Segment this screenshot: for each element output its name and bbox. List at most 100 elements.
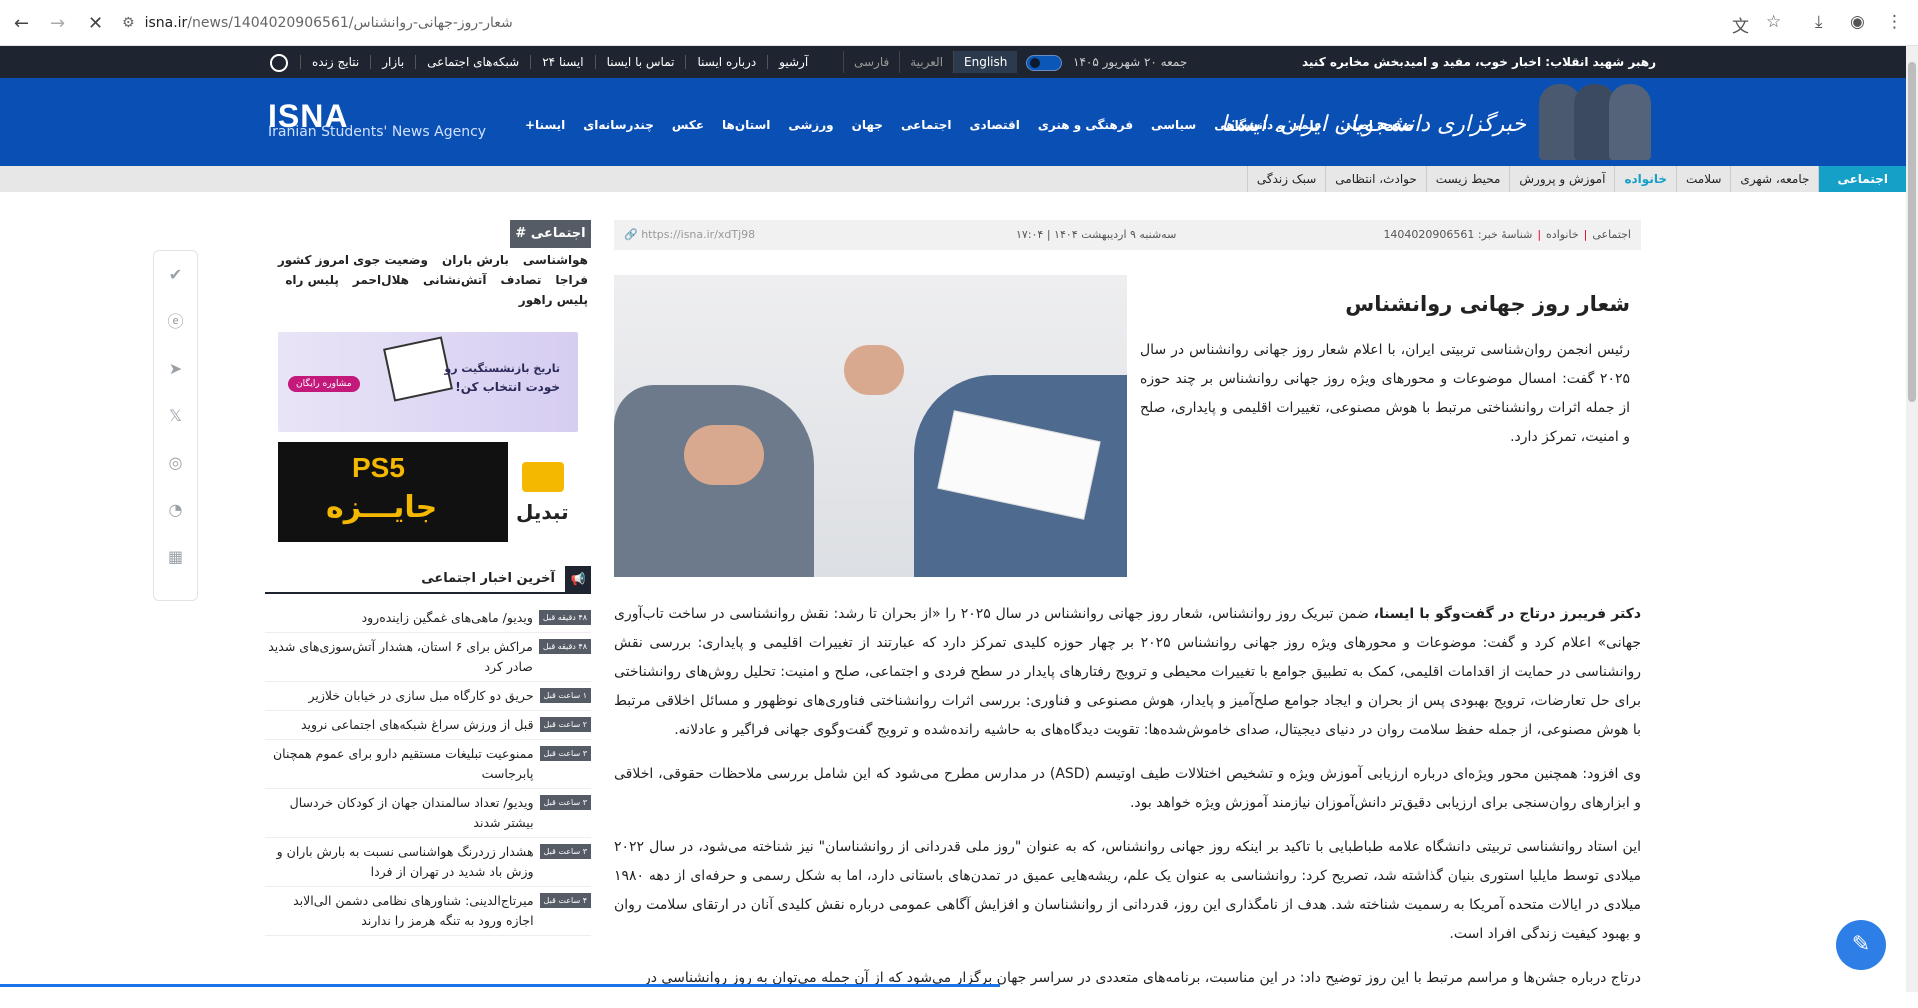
site-info-icon[interactable]: ⚙	[122, 15, 135, 31]
news-title[interactable]: هشدار زردرنگ هواشناسی نسبت به بارش باران…	[265, 842, 534, 882]
tag-item[interactable]: فراجا	[555, 273, 588, 287]
subnav-education[interactable]: آموزش و پرورش	[1509, 166, 1614, 192]
top-bar: رهبر شهید انقلاب: اخبار خوب، مفید و امید…	[0, 46, 1906, 78]
nav-sports[interactable]: ورزشی	[788, 118, 833, 132]
saman-insurance-ad[interactable]: تاریخ بازنشستگیت رو خودت انتخاب کن! مشاو…	[278, 332, 578, 432]
top-link-social[interactable]: شبکه‌های اجتماعی	[415, 55, 530, 69]
top-link-archive[interactable]: آرشیو	[767, 55, 819, 69]
nav-isna-plus[interactable]: ایسنا+	[525, 118, 565, 132]
top-links: آرشیو درباره ایسنا تماس با ایسنا ایسنا ۲…	[300, 55, 819, 69]
forward-icon[interactable]: →	[50, 13, 65, 34]
tag-item[interactable]: پلیس راهور	[519, 293, 588, 307]
time-badge: ۴۸ دقیقه قبل	[538, 610, 591, 625]
list-item[interactable]: ۳ ساعت قبل ممنوعیت تبلیغات مستقیم دارو بر…	[265, 740, 591, 789]
x-icon[interactable]: 𝕏	[154, 392, 197, 439]
news-title[interactable]: حریق دو کارگاه مبل سازی در خیابان خلازیر	[308, 686, 533, 706]
tabdil-ps5-ad[interactable]: PS5 جایـــزه تبدیل	[278, 442, 578, 542]
article-meta: اجتماعی|خانواده|شناسهٔ خبر: 140402090656…	[614, 220, 1641, 250]
nav-multimedia[interactable]: چندرسانه‌ای	[583, 118, 654, 132]
menu-icon[interactable]: ⋮	[1886, 12, 1903, 32]
article-lead: رئیس انجمن روان‌شناسی تربیتی ایران، با ا…	[1140, 342, 1630, 445]
top-link-isna24[interactable]: ایسنا ۲۴	[530, 55, 594, 69]
instagram-icon[interactable]: ◎	[154, 439, 197, 486]
meta-subsection[interactable]: خانواده	[1546, 228, 1579, 241]
nav-provinces[interactable]: استان‌ها	[722, 118, 770, 132]
tag-item[interactable]: آتش‌نشانی	[423, 273, 486, 287]
list-item[interactable]: ۲ ساعت قبل قبل از ورزش سراغ شبکه‌های اجتم…	[265, 711, 591, 740]
rss-icon[interactable]: ◔	[154, 486, 197, 533]
subnav-family[interactable]: خانواده	[1614, 166, 1676, 192]
back-icon[interactable]: ←	[14, 13, 29, 34]
lang-arabic[interactable]: العربية	[899, 51, 953, 73]
top-link-market[interactable]: بازار	[370, 55, 415, 69]
virasty-icon[interactable]: ✔	[154, 251, 197, 298]
news-title[interactable]: مراکش برای ۶ استان، هشدار آتش‌سوزی‌های ش…	[265, 637, 533, 677]
edit-fab-button[interactable]: ✎	[1836, 920, 1886, 970]
list-item[interactable]: ۳ ساعت قبل هشدار زردرنگ هواشناسی نسبت به …	[265, 838, 591, 887]
nav-photo[interactable]: عکس	[672, 118, 704, 132]
lang-farsi[interactable]: فارسی	[843, 51, 899, 73]
top-link-live[interactable]: نتایج زنده	[300, 55, 370, 69]
news-title[interactable]: ویدیو/ تعداد سالمندان جهان از کودکان خرد…	[265, 793, 534, 833]
ad1-button[interactable]: مشاوره رایگان	[288, 376, 360, 392]
top-link-contact[interactable]: تماس با ایسنا	[594, 55, 686, 69]
latest-news-list: ۴۸ دقیقه قبل ویدیو/ ماهی‌های غمگین زاینده…	[265, 604, 591, 936]
meta-date: سه‌شنبه ۹ اردیبهشت ۱۴۰۴ | ۱۷:۰۴	[1016, 228, 1177, 241]
nav-politics[interactable]: سیاسی	[1151, 118, 1196, 132]
calendar-icon	[383, 336, 453, 402]
nav-culture[interactable]: فرهنگی و هنری	[1038, 118, 1133, 132]
meta-section[interactable]: اجتماعی	[1592, 228, 1631, 241]
time-badge: ۲ ساعت قبل	[539, 717, 591, 732]
dark-mode-toggle[interactable]	[1026, 55, 1062, 71]
article-body: دکتر فریبرز درتاج در گفت‌وگو با ایسنا، ض…	[614, 600, 1641, 1008]
list-item[interactable]: ۴۸ دقیقه قبل مراکش برای ۶ استان، هشدار آت…	[265, 633, 591, 682]
list-item[interactable]: ۱ ساعت قبل حریق دو کارگاه مبل سازی در خیا…	[265, 682, 591, 711]
paragraph-1-text: ضمن تبریک روز روانشناس، شعار روز جهانی ر…	[614, 606, 1641, 738]
megaphone-icon: 📢	[565, 566, 591, 592]
paragraph-4: درتاج درباره جشن‌ها و مراسم مرتبط با این…	[643, 970, 1641, 986]
top-link-about[interactable]: درباره ایسنا	[685, 55, 767, 69]
tag-item[interactable]: پلیس راه	[285, 273, 339, 287]
tag-item[interactable]: هواشناسی	[523, 253, 588, 267]
stop-icon[interactable]: ✕	[88, 13, 103, 34]
photo-hand-right	[844, 345, 904, 395]
search-icon[interactable]	[270, 54, 288, 72]
subnav-social[interactable]: اجتماعی	[1818, 166, 1906, 192]
translate-icon[interactable]: 文	[1732, 12, 1749, 37]
list-item[interactable]: ۴ ساعت قبل میرتاج‌الدینی: شناورهای نظامی …	[265, 887, 591, 936]
list-item[interactable]: ۴۸ دقیقه قبل ویدیو/ ماهی‌های غمگین زاینده…	[265, 604, 591, 633]
news-title[interactable]: ویدیو/ ماهی‌های غمگین زاینده‌رود	[362, 608, 533, 628]
address-bar[interactable]: ⚙ isna.ir/news/1404020906561/شعار-روز-جها…	[122, 10, 1782, 36]
subnav-environment[interactable]: محیط زیست	[1425, 166, 1510, 192]
news-title[interactable]: میرتاج‌الدینی: شناورهای نظامی دشمن الی‌ا…	[265, 891, 533, 931]
page-scrollbar[interactable]	[1906, 46, 1918, 992]
nav-social[interactable]: اجتماعی	[901, 118, 952, 132]
subnav-lifestyle[interactable]: سبک زندگی	[1246, 166, 1325, 192]
nav-economy[interactable]: اقتصادی	[970, 118, 1020, 132]
tag-item[interactable]: تصادف	[500, 273, 541, 287]
share-rail: ✔ ⓔ ➤ 𝕏 ◎ ◔ ▦	[153, 250, 198, 601]
subnav-health[interactable]: سلامت	[1675, 166, 1730, 192]
latest-news-title: آخرین اخبار اجتماعی	[421, 571, 555, 586]
lang-english[interactable]: English	[953, 51, 1018, 73]
tag-item[interactable]: وضعیت جوی امروز کشور	[278, 253, 428, 267]
nav-world[interactable]: جهان	[852, 118, 883, 132]
profile-icon[interactable]: ◉	[1850, 12, 1865, 32]
bookmark-star-icon[interactable]: ☆	[1766, 12, 1781, 32]
list-item[interactable]: ۳ ساعت قبل ویدیو/ تعداد سالمندان جهان از …	[265, 789, 591, 838]
download-icon[interactable]: ⤓	[1815, 12, 1823, 32]
news-title[interactable]: قبل از ورزش سراغ شبکه‌های اجتماعی نروید	[301, 715, 534, 735]
short-link[interactable]: 🔗 https://isna.ir/xdTj98	[624, 228, 755, 241]
telegram-icon[interactable]: ➤	[154, 345, 197, 392]
scrollbar-thumb[interactable]	[1908, 62, 1916, 402]
eitaa-icon[interactable]: ⓔ	[154, 298, 197, 345]
nav-science[interactable]: علمی و دانشگاهی	[1214, 118, 1322, 132]
subnav-urban[interactable]: جامعه، شهری	[1730, 166, 1818, 192]
tag-item[interactable]: هلال‌احمر	[353, 273, 409, 287]
aparat-icon[interactable]: ▦	[154, 533, 197, 580]
news-title[interactable]: ممنوعیت تبلیغات مستقیم دارو برای عموم هم…	[265, 744, 534, 784]
subnav-incidents[interactable]: حوادث، انتظامی	[1325, 166, 1426, 192]
tag-item[interactable]: بارش باران	[442, 253, 509, 267]
browser-toolbar: ← → ✕ ⚙ isna.ir/news/1404020906561/شعار-ر…	[0, 0, 1918, 46]
nav-home[interactable]: صفحه اصلی	[1340, 118, 1413, 132]
